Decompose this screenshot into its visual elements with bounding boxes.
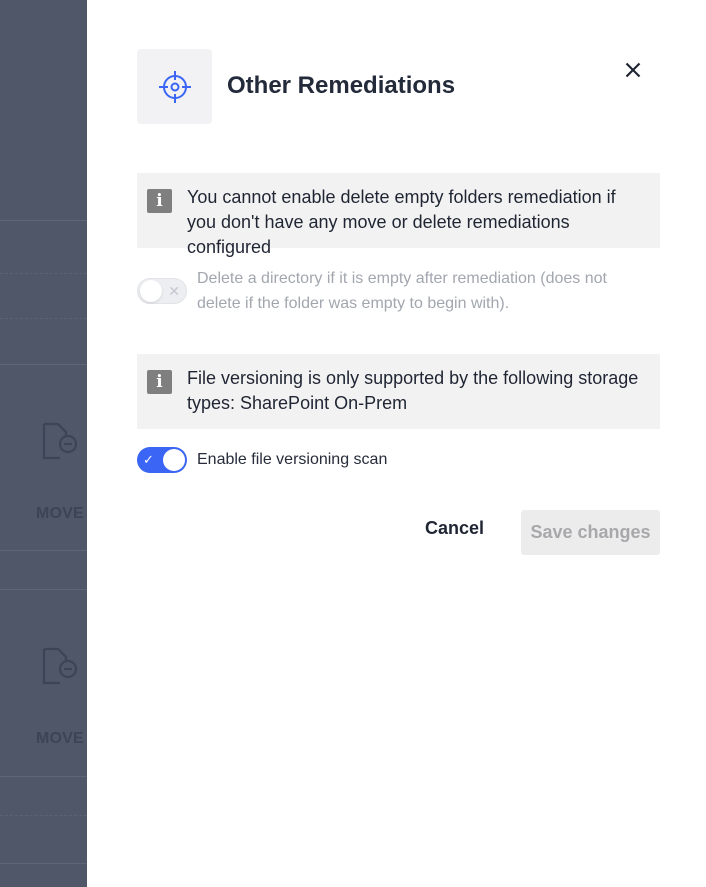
file-minus-icon	[42, 422, 78, 460]
move-label: MOVE	[36, 730, 84, 747]
divider	[0, 220, 87, 221]
file-minus-icon	[42, 647, 78, 685]
divider	[0, 815, 87, 816]
info-icon: i	[147, 189, 172, 213]
divider	[0, 863, 87, 864]
toggle-knob	[163, 449, 185, 471]
file-versioning-notice: i File versioning is only supported by t…	[137, 354, 660, 429]
other-remediations-drawer: Other Remediations i You cannot enable d…	[87, 0, 706, 887]
divider	[0, 318, 87, 319]
file-versioning-toggle[interactable]: ✓	[137, 447, 187, 473]
cancel-button[interactable]: Cancel	[425, 518, 484, 539]
divider	[0, 776, 87, 777]
info-icon: i	[147, 370, 172, 394]
file-versioning-label: Enable file versioning scan	[197, 451, 388, 468]
divider	[0, 364, 87, 365]
move-label: MOVE	[36, 505, 84, 522]
background-overlay: MOVE MOVE	[0, 0, 87, 887]
close-icon	[625, 62, 641, 78]
divider	[0, 550, 87, 551]
check-icon: ✓	[143, 452, 154, 467]
save-changes-button[interactable]: Save changes	[521, 510, 660, 555]
x-icon: ✕	[168, 283, 180, 299]
delete-empty-directory-toggle[interactable]: ✕	[137, 278, 187, 304]
crosshair-target-icon	[158, 70, 191, 103]
divider	[0, 589, 87, 590]
empty-folders-notice: i You cannot enable delete empty folders…	[137, 173, 660, 257]
divider	[0, 273, 87, 274]
drawer-title: Other Remediations	[227, 72, 456, 99]
delete-empty-directory-label: Delete a directory if it is empty after …	[197, 270, 607, 312]
notice-text: You cannot enable delete empty folders r…	[187, 187, 616, 257]
close-button[interactable]	[623, 60, 643, 80]
toggle-knob	[140, 280, 162, 302]
notice-text: File versioning is only supported by the…	[187, 368, 639, 413]
header-icon-box	[137, 49, 212, 124]
